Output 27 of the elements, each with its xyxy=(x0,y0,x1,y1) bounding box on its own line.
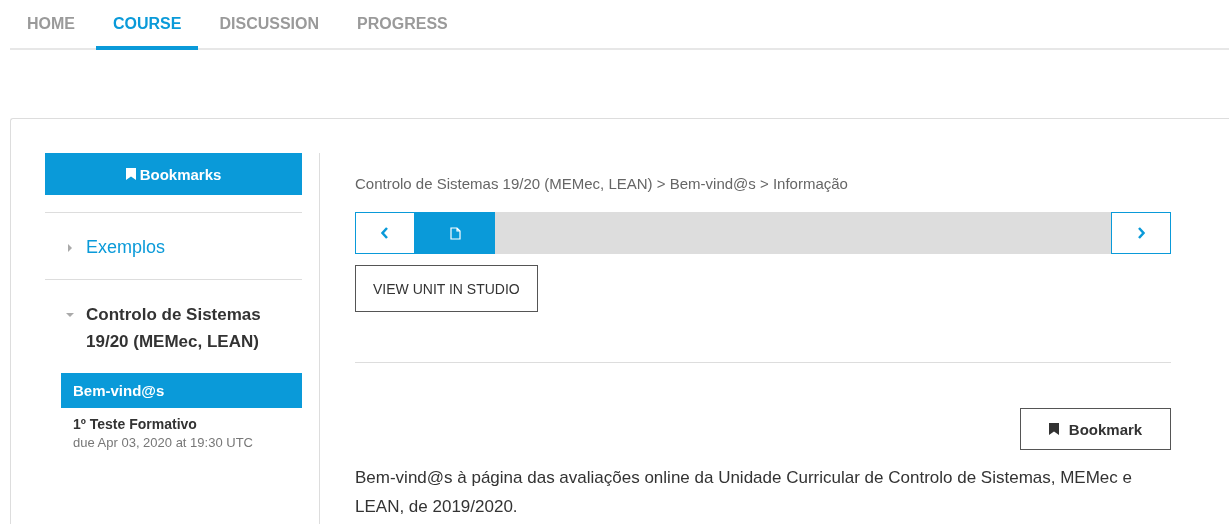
bookmark-icon xyxy=(125,168,136,180)
next-button[interactable] xyxy=(1111,212,1171,254)
chapter-title[interactable]: Exemplos xyxy=(86,234,166,261)
view-in-studio-button[interactable]: VIEW UNIT IN STUDIO xyxy=(355,265,538,312)
nav-tab[interactable]: COURSE xyxy=(96,0,199,50)
chapter-toggle[interactable]: Exemplos xyxy=(45,213,302,279)
caret-right-icon xyxy=(66,244,74,252)
document-icon xyxy=(449,226,461,240)
previous-button[interactable] xyxy=(355,212,415,254)
chapter-title[interactable]: Controlo de Sistemas 19/20 (MEMec, LEAN) xyxy=(86,301,302,355)
nav-tab[interactable]: DISCUSSION xyxy=(202,0,337,50)
bookmark-icon xyxy=(1048,423,1059,435)
due-date: due Apr 03, 2020 at 19:30 UTC xyxy=(73,435,254,450)
breadcrumb: Controlo de Sistemas 19/20 (MEMec, LEAN) > Bem-vind@s > Informação xyxy=(355,175,849,192)
chapter-toggle[interactable]: Controlo de Sistemas 19/20 (MEMec, LEAN) xyxy=(45,280,302,373)
welcome-paragraph: Bem-vind@s à página das avaliações online da Unidade Curricular de Controlo de Sistemas, MEMec e LEAN, de 2019/2020. xyxy=(355,467,1133,518)
chevron-left-icon xyxy=(381,227,389,239)
bookmarks-button[interactable]: Bookmarks xyxy=(45,153,302,195)
caret-down-icon xyxy=(66,311,74,319)
nav-tab[interactable]: PROGRESS xyxy=(340,0,465,50)
nav-tab[interactable]: HOME xyxy=(10,0,92,50)
subsection-item[interactable]: Bem-vind@s xyxy=(61,373,302,408)
chevron-right-icon xyxy=(1137,227,1145,239)
subsection-title: 1º Teste Formativo xyxy=(73,416,198,432)
bookmark-button[interactable]: Bookmark xyxy=(1020,408,1171,450)
unit-tab[interactable] xyxy=(415,212,495,254)
subsection-item[interactable]: 1º Teste Formativo due Apr 03, 2020 at 19:30 UTC xyxy=(61,408,302,458)
